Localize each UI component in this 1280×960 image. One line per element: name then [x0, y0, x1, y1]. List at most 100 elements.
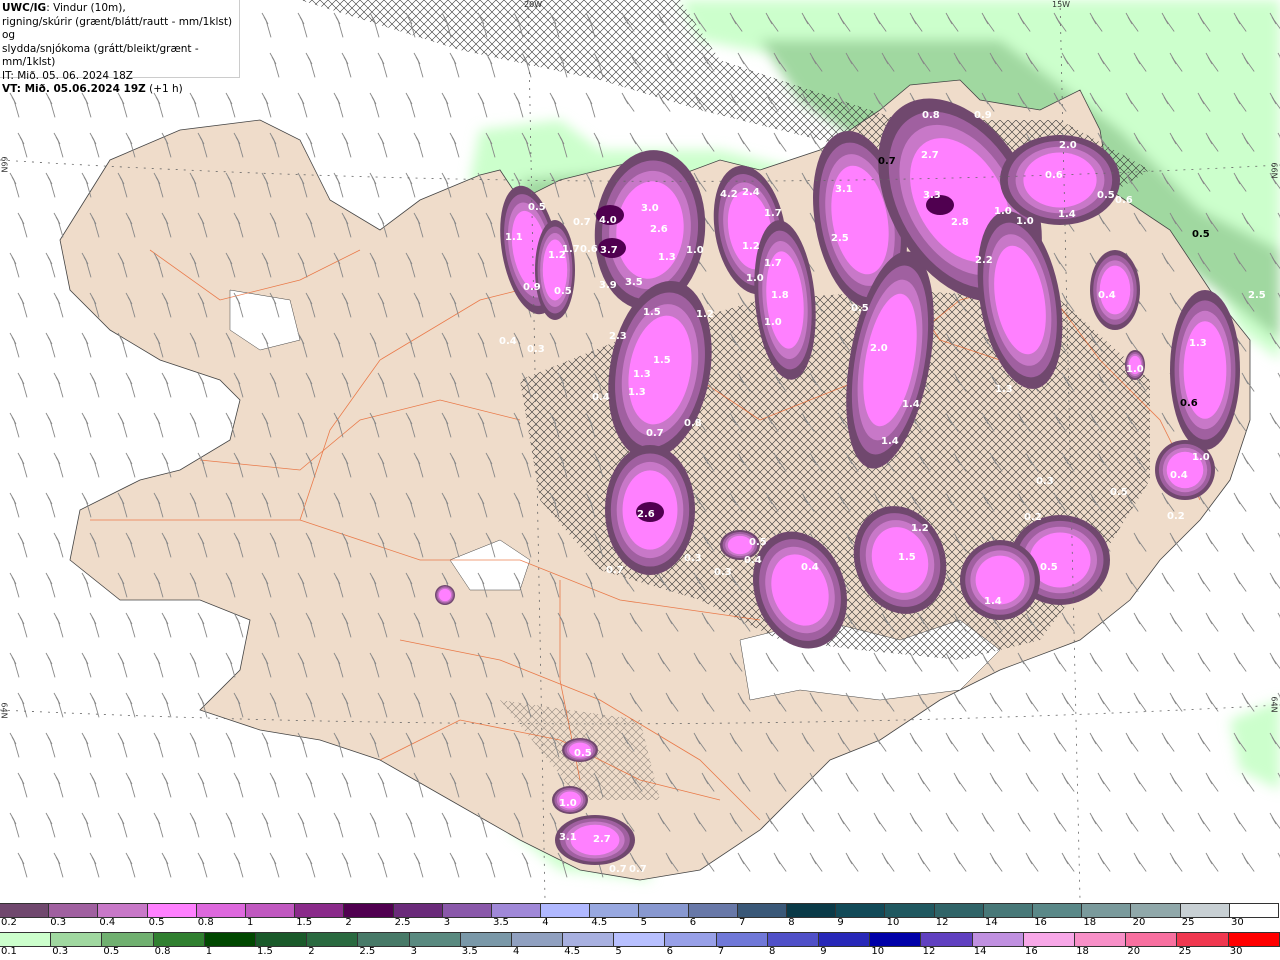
- legend-tick-label: 8: [769, 946, 776, 957]
- legend-tick-label: 0.1: [1, 946, 17, 957]
- legend-swatch: [1131, 904, 1181, 917]
- precip-value-label: 2.5: [1248, 290, 1266, 301]
- precip-value-label: 0.3: [684, 553, 702, 564]
- precip-value-label: 0.2: [1167, 511, 1185, 522]
- precip-value-label: 0.2: [1024, 512, 1042, 523]
- precip-value-label: 0.6: [580, 244, 598, 255]
- legend-tick-label: 3: [443, 917, 451, 928]
- legend-tick-label: 2.5: [359, 946, 376, 957]
- legend-swatch: [1177, 933, 1229, 946]
- legend-tick-label: 0.3: [52, 946, 69, 957]
- precip-value-label: 3.3: [923, 190, 941, 201]
- legend-tick-label: 0.8: [154, 946, 171, 957]
- precip-value-label: 2.6: [637, 509, 655, 520]
- lat-label-66n-left: 66N: [0, 156, 9, 173]
- precip-value-label: 1.5: [653, 355, 671, 366]
- legend-swatch: [934, 904, 984, 917]
- precip-value-label: 0.9: [974, 110, 992, 121]
- precip-value-label: 1.8: [771, 290, 789, 301]
- precip-value-label: 0.6: [1180, 398, 1198, 409]
- precip-value-label: 0.8: [922, 110, 940, 121]
- precip-value-label: 0.8: [684, 418, 702, 429]
- legend-swatch: [1023, 933, 1075, 946]
- legend-swatch: [767, 933, 819, 946]
- precip-value-label: 0.5: [851, 303, 869, 314]
- legend-snow-scale: [0, 903, 1279, 918]
- legend-tick-label: 4.5: [591, 917, 608, 928]
- legend-tick-label: 10: [886, 917, 900, 928]
- legend-swatch: [295, 904, 345, 917]
- legend-swatch: [409, 933, 461, 946]
- precip-value-label: 3.0: [641, 203, 659, 214]
- lat-label-64n-right: 64N: [1269, 696, 1279, 713]
- precip-value-label: 2.7: [593, 834, 611, 845]
- precip-value-label: 1.5: [898, 552, 916, 563]
- legend-swatch: [983, 904, 1033, 917]
- snowfall-area: [1170, 290, 1240, 450]
- legend-tick-label: 0.3: [50, 917, 67, 928]
- lat-label-66n-right: 66N: [1269, 162, 1279, 179]
- precip-value-label: 0.5: [554, 286, 572, 297]
- precip-value-label: 1.0: [1126, 364, 1144, 375]
- legend-tick-label: 3: [410, 946, 417, 957]
- legend-tick-label: 9: [820, 946, 827, 957]
- precip-value-label: 2.5: [831, 233, 849, 244]
- legend-swatch: [688, 904, 738, 917]
- legend-swatch: [0, 904, 50, 917]
- legend-swatch: [102, 933, 154, 946]
- precip-value-label: 0.7: [629, 864, 647, 875]
- legend-tick-label: 5: [640, 917, 647, 928]
- legend-swatch: [563, 933, 615, 946]
- legend-swatch: [716, 933, 768, 946]
- precip-value-label: 0.4: [499, 336, 517, 347]
- legend-swatch: [245, 904, 296, 917]
- precip-value-label: 1.0: [1192, 452, 1210, 463]
- precip-value-label: 2.6: [650, 224, 668, 235]
- legend-tick-label: 18: [1076, 946, 1089, 957]
- precip-value-label: 0.4: [1098, 290, 1116, 301]
- lon-label-15w: 15W: [1052, 0, 1071, 9]
- legend-swatch: [0, 933, 52, 946]
- legend-tick-label: 4: [542, 917, 549, 928]
- precip-value-label: 1.2: [742, 241, 760, 252]
- legend-swatch: [147, 904, 197, 917]
- legend-tick-label: 0.8: [197, 917, 214, 928]
- legend-tick-label: 3.5: [461, 946, 478, 957]
- legend-tick-label: 12: [935, 917, 949, 928]
- legend-tick-label: 3.5: [493, 917, 509, 928]
- legend-tick-label: 2.5: [394, 917, 411, 928]
- precip-value-label: 4.0: [599, 215, 617, 226]
- legend-swatch: [511, 933, 564, 946]
- precip-value-label: 0.7: [609, 864, 627, 875]
- legend-tick-label: 4: [513, 946, 520, 957]
- legend-tick-label: 6: [689, 917, 697, 928]
- legend-swatch: [590, 904, 640, 917]
- legend-rain-scale: [0, 932, 1280, 947]
- legend-swatch: [255, 933, 308, 946]
- title-line-3: slydda/snjókoma (grátt/bleikt/grænt - mm…: [2, 42, 199, 69]
- precip-value-label: 1.3: [658, 252, 676, 263]
- legend-swatch: [344, 904, 394, 917]
- legend-tick-label: 8: [788, 917, 795, 928]
- precip-value-label: 0.6: [1045, 170, 1063, 181]
- legend-tick-label: 30: [1229, 946, 1243, 957]
- title-line-2: rigning/skúrir (grænt/blátt/rautt - mm/1…: [2, 15, 233, 42]
- legend-swatch: [49, 904, 99, 917]
- legend-tick-label: 14: [973, 946, 987, 957]
- legend-tick-label: 1: [247, 917, 254, 928]
- legend-tick-label: 16: [1025, 946, 1038, 957]
- precip-value-label: 4.2: [720, 189, 738, 200]
- precip-value-label: 0.5: [528, 202, 546, 213]
- legend-swatch: [393, 904, 443, 917]
- legend-tick-label: 6: [666, 946, 673, 957]
- legend-tick-label: 2: [308, 946, 315, 957]
- precip-value-label: 0.7: [606, 565, 624, 576]
- legend-tick-label: 18: [1083, 917, 1097, 928]
- legend-tick-label: 1: [205, 946, 213, 957]
- legend-tick-label: 12: [922, 946, 936, 957]
- legend-tick-label: 0.5: [103, 946, 120, 957]
- init-time: IT: Mið. 05. 06. 2024 18Z: [2, 69, 133, 82]
- precip-value-label: 0.3: [527, 344, 545, 355]
- precip-value-label: 0.5: [574, 748, 592, 759]
- lat-label-64n-left: 64N: [0, 702, 9, 719]
